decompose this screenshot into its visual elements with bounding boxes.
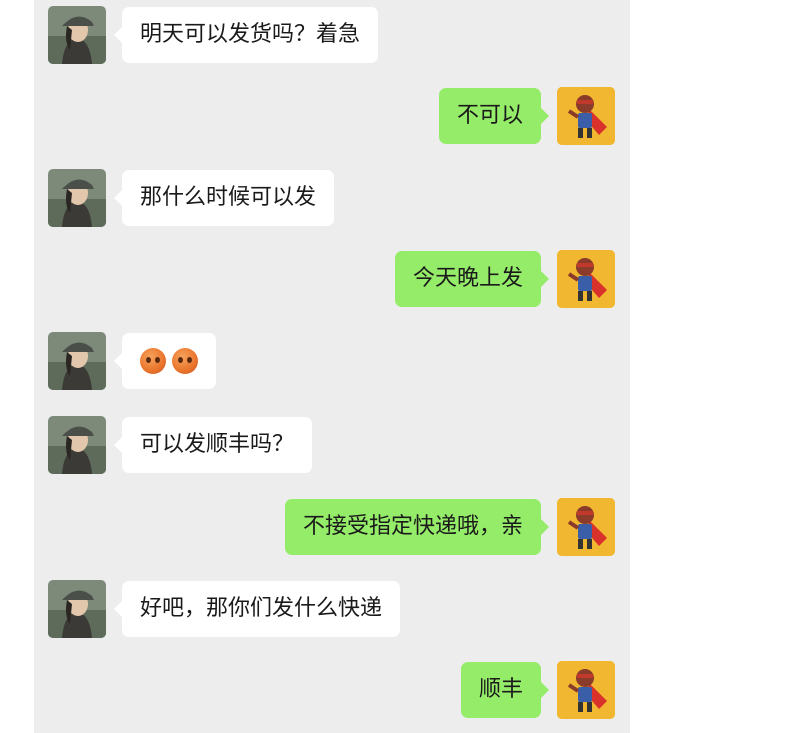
chat-area: 明天可以发货吗？着急 不可以 那什么时候可以发 今天晚上发 可以发顺丰吗？ 不接… bbox=[34, 0, 630, 733]
message-bubble-received[interactable]: 那什么时候可以发 bbox=[113, 170, 335, 226]
my-avatar[interactable] bbox=[557, 250, 615, 308]
contact-avatar[interactable] bbox=[48, 332, 106, 390]
my-avatar[interactable] bbox=[557, 498, 615, 556]
my-avatar[interactable] bbox=[557, 87, 615, 145]
message-bubble-received[interactable] bbox=[114, 333, 216, 389]
message-bubble-sent[interactable]: 今天晚上发 bbox=[394, 251, 550, 307]
message-bubble-sent[interactable]: 不接受指定快递哦，亲 bbox=[284, 499, 550, 555]
my-avatar[interactable] bbox=[557, 661, 615, 719]
contact-avatar[interactable] bbox=[48, 416, 106, 474]
contact-avatar[interactable] bbox=[48, 580, 106, 638]
message-bubble-sent[interactable]: 顺丰 bbox=[460, 662, 550, 718]
message-bubble-received[interactable]: 明天可以发货吗？着急 bbox=[113, 7, 379, 63]
contact-avatar[interactable] bbox=[48, 169, 106, 227]
message-bubble-sent[interactable]: 不可以 bbox=[438, 88, 550, 144]
worried-face-emoji bbox=[172, 348, 198, 374]
message-bubble-received[interactable]: 可以发顺丰吗？ bbox=[113, 417, 313, 473]
emoji-group bbox=[140, 333, 198, 389]
message-bubble-received[interactable]: 好吧，那你们发什么快递 bbox=[113, 581, 401, 637]
contact-avatar[interactable] bbox=[48, 6, 106, 64]
worried-face-emoji bbox=[140, 348, 166, 374]
